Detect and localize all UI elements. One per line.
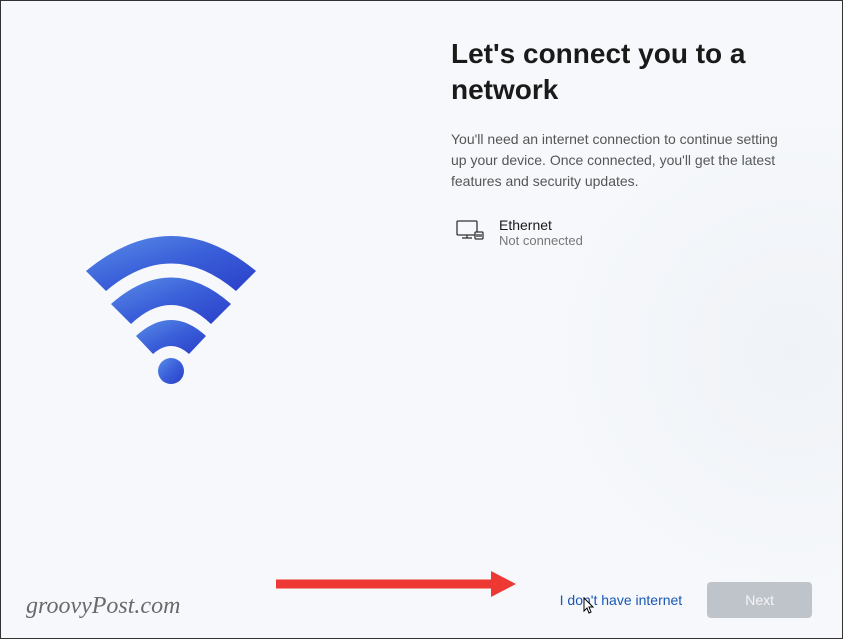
main-container: Let's connect you to a network You'll ne… xyxy=(1,1,842,638)
network-item-ethernet[interactable]: Ethernet Not connected xyxy=(451,217,782,248)
annotation-arrow xyxy=(276,569,516,604)
page-title: Let's connect you to a network xyxy=(451,36,782,109)
page-subtitle: You'll need an internet connection to co… xyxy=(451,129,782,192)
wifi-icon xyxy=(71,226,271,391)
watermark-text: groovyPost.com xyxy=(26,593,180,620)
skip-internet-link[interactable]: I don't have internet xyxy=(560,592,683,608)
footer-actions: I don't have internet Next xyxy=(560,582,812,618)
cursor-icon xyxy=(583,597,597,620)
network-name: Ethernet xyxy=(499,217,583,233)
content-panel: Let's connect you to a network You'll ne… xyxy=(451,1,842,638)
illustration-panel xyxy=(1,1,451,638)
network-status: Not connected xyxy=(499,233,583,248)
network-info: Ethernet Not connected xyxy=(499,217,583,248)
ethernet-icon xyxy=(456,218,484,247)
next-button[interactable]: Next xyxy=(707,582,812,618)
